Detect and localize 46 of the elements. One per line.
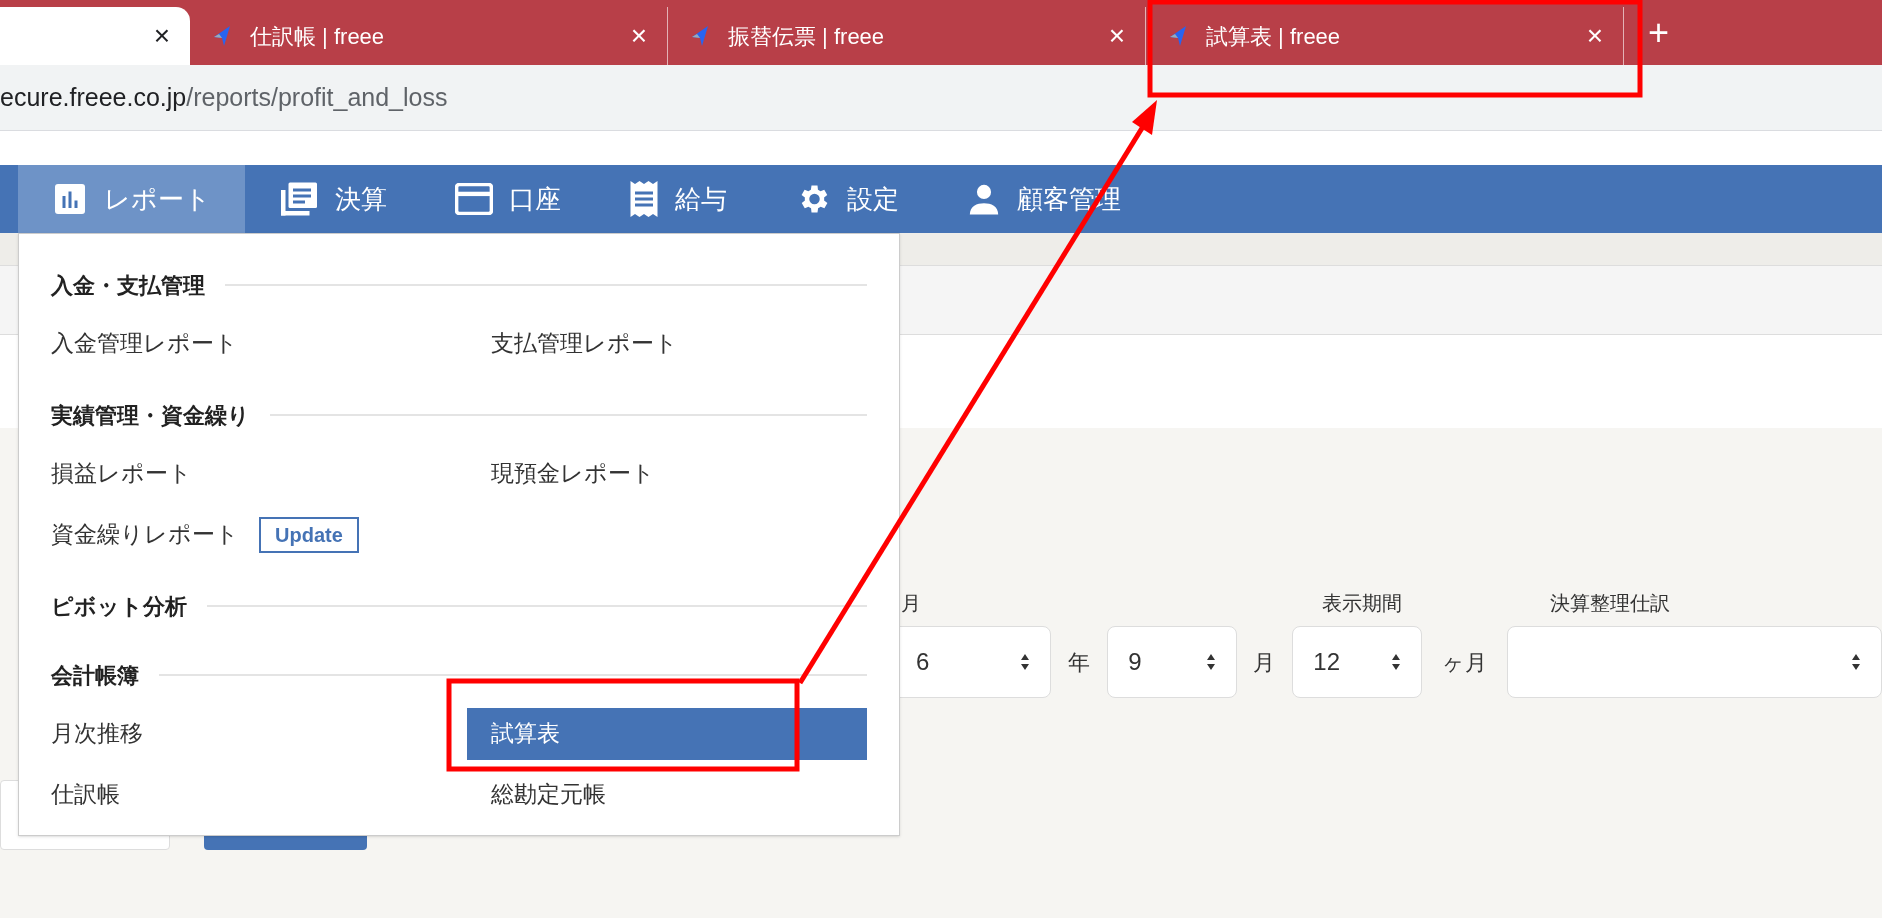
menu-item[interactable]: 入金管理レポート	[51, 317, 238, 370]
update-badge: Update	[259, 516, 359, 553]
menu-item[interactable]: 現預金レポート	[491, 447, 655, 500]
menu-item[interactable]: 総勘定元帳	[491, 768, 606, 821]
close-icon[interactable]: ×	[1586, 22, 1603, 50]
close-icon[interactable]: ×	[630, 22, 647, 50]
section-heading: 実績管理・資金繰り	[51, 401, 250, 430]
menu-item[interactable]: 月次推移	[51, 707, 143, 760]
tab-title: 試算表 | freee	[1206, 22, 1342, 51]
menu-item[interactable]: 資金繰りレポート	[51, 508, 239, 561]
menu-item[interactable]: 支払管理レポート	[491, 317, 678, 370]
person-icon	[967, 182, 1001, 216]
sort-arrows-icon	[1205, 653, 1216, 671]
receipt-icon	[629, 179, 659, 219]
section-heading: 会計帳簿	[51, 661, 139, 690]
nav-item[interactable]: 設定	[761, 165, 933, 233]
unit-label: ヶ月	[1440, 648, 1488, 677]
select-field[interactable]: 12	[1292, 626, 1422, 698]
tab-title: 振替伝票 | freee	[728, 22, 886, 51]
section-heading: ピボット分析	[51, 592, 187, 621]
card-icon	[455, 183, 493, 215]
sort-arrows-icon	[1851, 653, 1862, 671]
address-field[interactable]: ecure.freee.co.jp/reports/profit_and_loss	[0, 66, 1882, 129]
menu-item[interactable]: 仕訳帳	[51, 768, 120, 821]
browser-tab[interactable]: ×	[0, 7, 190, 65]
tab-title: 仕訳帳 | freee	[250, 22, 386, 51]
close-icon[interactable]: ×	[153, 22, 170, 50]
unit-label: 年	[1067, 648, 1092, 677]
bar-chart-icon	[52, 181, 88, 217]
document-stack-icon	[279, 181, 319, 217]
sort-arrows-icon	[1020, 653, 1031, 671]
close-icon[interactable]: ×	[1108, 22, 1125, 50]
nav-item[interactable]: 決算	[245, 165, 421, 233]
select-field[interactable]: 9	[1107, 626, 1237, 698]
nav-item[interactable]: 給与	[595, 165, 761, 233]
nav-item[interactable]: 口座	[421, 165, 595, 233]
field-label: 月	[900, 591, 922, 616]
select-field[interactable]	[1507, 626, 1882, 698]
unit-label: 月	[1252, 648, 1277, 677]
field-label: 決算整理仕訳	[1550, 591, 1670, 616]
sort-arrows-icon	[1390, 653, 1401, 671]
menu-item[interactable]: 試算表	[467, 707, 867, 760]
menu-item[interactable]: 損益レポート	[51, 447, 192, 500]
new-tab-button[interactable]: +	[1648, 15, 1670, 51]
section-heading: 入金・支払管理	[51, 271, 205, 300]
field-label: 表示期間	[1322, 591, 1403, 616]
